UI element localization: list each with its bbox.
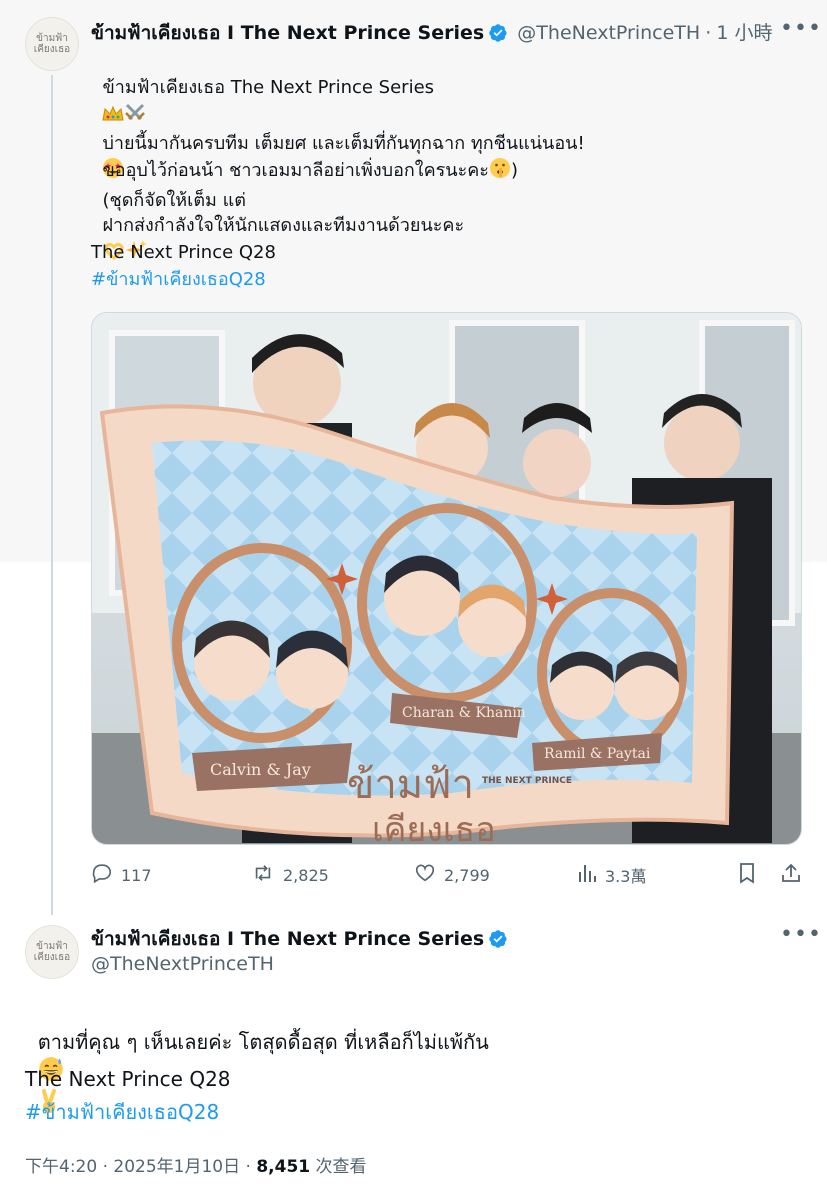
reply-count: 117 — [121, 865, 152, 885]
avatar[interactable]: ข้ามฟ้า เคียงเธอ — [25, 17, 79, 71]
avatar-logo: ข้ามฟ้า เคียงเธอ — [33, 941, 71, 963]
handle[interactable]: @TheNextPrinceTH — [517, 22, 700, 44]
like-count: 2,799 — [444, 865, 490, 885]
views-count: 3.3萬 — [605, 867, 647, 886]
tweet-text-para2-line2: ขออุบไว้ก่อนน้า ชาวเอมมาลีอย่าเพิ่งบอกใค… — [91, 130, 518, 187]
tweet-header: ข้ามฟ้าเคียงเธอ I The Next Prince Series — [91, 924, 508, 954]
separator-dot: · — [705, 22, 712, 44]
views-button[interactable]: 3.3萬 — [577, 862, 646, 888]
tweet2-text-line2: The Next Prince Q28 — [25, 1067, 231, 1091]
reply-icon — [91, 862, 121, 888]
tweet-text: ฝากส่งกำลังใจให้นักแสดงและทีมงานด้วยนะคะ — [102, 215, 465, 236]
tweet-meta: 下午4:20 · 2025年1月10日 · 8,451 次查看 — [25, 1152, 367, 1177]
share-icon — [780, 862, 810, 888]
photo-illustration: Calvin & Jay Charan & Khanin Ramil & Pay… — [92, 313, 801, 845]
views-label: 次查看 — [315, 1157, 367, 1177]
like-button[interactable]: 2,799 — [414, 862, 490, 888]
banner-pair-2: Charan & Khanin — [402, 705, 526, 721]
tweet-actions-bar: 117 2,825 2,799 3.3萬 — [0, 862, 827, 892]
more-icon[interactable]: ••• — [780, 18, 822, 40]
handle[interactable]: @TheNextPrinceTH — [91, 953, 274, 975]
display-name[interactable]: ข้ามฟ้าเคียงเธอ I The Next Prince Series — [91, 22, 484, 44]
like-icon — [414, 862, 444, 888]
avatar-logo: ข้ามฟ้า เคียงเธอ — [33, 33, 71, 55]
banner-pair-1: Calvin & Jay — [210, 760, 311, 779]
more-icon[interactable]: ••• — [780, 924, 822, 946]
separator-dot: · — [102, 1157, 108, 1177]
banner-pair-3: Ramil & Paytai — [544, 746, 651, 762]
views-icon — [577, 862, 605, 888]
banner-subtitle: เคียงเธอ — [372, 810, 496, 845]
verified-badge-icon — [488, 23, 508, 47]
banner-title: ข้ามฟ้า — [347, 762, 474, 808]
bookmark-icon — [737, 862, 765, 888]
separator-dot: · — [245, 1157, 251, 1177]
avatar[interactable]: ข้ามฟ้า เคียงเธอ — [25, 925, 79, 979]
tweet-text: ขออุบไว้ก่อนน้า ชาวเอมมาลีอย่าเพิ่งบอกใค… — [102, 160, 489, 181]
display-name[interactable]: ข้ามฟ้าเคียงเธอ I The Next Prince Series — [91, 928, 484, 950]
tweet-text: ข้ามฟ้าเคียงเธอ The Next Prince Series — [102, 77, 435, 98]
tweet-text: ) — [510, 160, 518, 181]
thread-connector-line — [51, 75, 53, 915]
repost-icon — [251, 862, 283, 888]
hashtag-link[interactable]: #ข้ามฟ้าเคียงเธอQ28 — [91, 266, 266, 293]
tweet-text: ตามที่คุณ ๆ เห็นเลยค่ะ โตสุดดื้อสุด ที่เ… — [37, 1030, 489, 1054]
post-date[interactable]: 2025年1月10日 — [113, 1157, 240, 1177]
bookmark-button[interactable] — [737, 862, 765, 888]
views-count: 8,451 — [256, 1157, 311, 1177]
post-time[interactable]: 下午4:20 — [25, 1157, 97, 1177]
shushing-face-emoji-icon — [489, 157, 511, 187]
banner-small: THE NEXT PRINCE — [482, 776, 572, 786]
tweet-text-para4: The Next Prince Q28 — [91, 242, 276, 263]
repost-count: 2,825 — [283, 865, 329, 885]
verified-badge-icon — [488, 929, 508, 953]
share-button[interactable] — [780, 862, 810, 888]
hashtag-link[interactable]: #ข้ามฟ้าเคียงเธอQ28 — [25, 1098, 219, 1126]
tweet-header: ข้ามฟ้าเคียงเธอ I The Next Prince Series… — [91, 18, 773, 48]
repost-button[interactable]: 2,825 — [251, 862, 329, 888]
reply-button[interactable]: 117 — [91, 862, 152, 888]
tweet-photo[interactable]: Calvin & Jay Charan & Khanin Ramil & Pay… — [91, 312, 802, 845]
timestamp[interactable]: 1 小時 — [716, 22, 772, 44]
